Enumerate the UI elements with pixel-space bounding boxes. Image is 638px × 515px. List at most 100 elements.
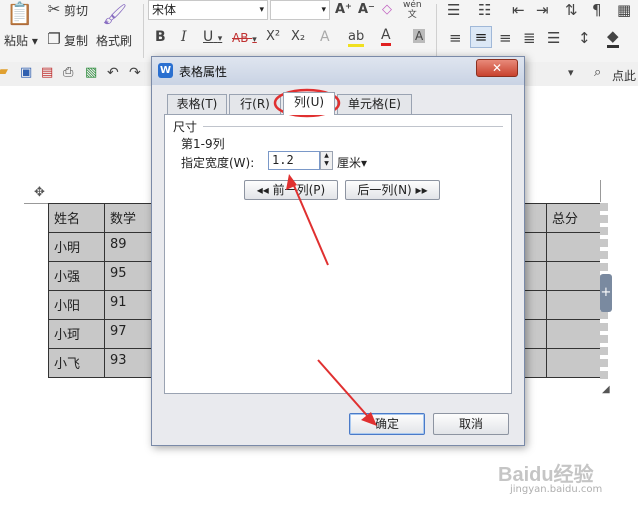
table-row — [522, 261, 601, 291]
print-icon[interactable]: ⎙ — [63, 65, 73, 80]
decrease-indent-icon[interactable]: ⇤ — [512, 1, 525, 19]
font-name-value: 宋体 — [152, 3, 177, 17]
redo-icon[interactable]: ↷ — [129, 65, 141, 81]
paste-icon[interactable]: 📋 — [6, 2, 33, 30]
close-icon: ✕ — [491, 61, 503, 75]
paste-label: 粘贴 — [4, 34, 29, 48]
spin-down-icon[interactable]: ▼ — [324, 160, 329, 167]
table-row — [522, 319, 601, 349]
strikethrough-button[interactable]: AB ▾ — [232, 31, 257, 45]
ok-button[interactable]: 确定 — [349, 413, 425, 435]
font-size-select[interactable]: ▾ — [270, 0, 330, 20]
table-cell[interactable]: 小珂 — [48, 319, 105, 349]
width-value: 1.2 — [272, 153, 294, 167]
scissors-icon[interactable]: ✂ — [46, 0, 62, 18]
cut-button[interactable]: 剪切 — [64, 2, 88, 19]
table-move-handle-icon[interactable]: ✥ — [34, 186, 48, 200]
numbered-list-icon[interactable]: ☷ — [478, 1, 491, 19]
save-icon[interactable]: ▣ — [20, 65, 32, 80]
table-cell[interactable] — [522, 232, 547, 262]
resize-handle-icon[interactable]: ◢ — [602, 384, 610, 395]
line-spacing-icon[interactable]: ↕ — [578, 29, 591, 47]
tab-column[interactable]: 列(U) — [283, 92, 335, 115]
spin-up-icon[interactable]: ▲ — [324, 152, 329, 159]
search-icon[interactable]: ⌕ — [594, 65, 601, 80]
font-shrink-icon[interactable]: A⁻ — [358, 2, 375, 17]
add-column-button[interactable]: + — [600, 274, 612, 312]
tab-cell[interactable]: 单元格(E) — [337, 94, 412, 114]
align-right-icon[interactable]: ≡ — [499, 29, 512, 47]
fill-color-icon[interactable]: ◆ — [607, 27, 619, 48]
table-cell[interactable]: 93 — [104, 348, 153, 378]
table-cell[interactable]: 97 — [104, 319, 153, 349]
bullet-list-icon[interactable]: ☰ — [447, 1, 460, 19]
clear-format-icon[interactable]: ◇ — [382, 2, 392, 17]
table-cell[interactable] — [546, 232, 601, 262]
close-button[interactable]: ✕ — [476, 59, 518, 77]
open-folder-icon[interactable]: ▰ — [0, 64, 8, 79]
copy-button[interactable]: 复制 — [64, 32, 88, 49]
paste-button[interactable]: 粘贴 ▾ — [4, 32, 38, 49]
undo-icon[interactable]: ↶ — [107, 65, 119, 81]
next-column-button[interactable]: 后一列(N) ▸▸ — [345, 180, 440, 200]
font-color-icon[interactable]: A — [381, 27, 391, 46]
table-cell[interactable]: 89 — [104, 232, 153, 262]
width-input[interactable]: 1.2 — [268, 151, 320, 170]
sort-icon[interactable]: ⇅ — [565, 1, 578, 19]
export-pdf-icon[interactable]: ▤ — [41, 65, 53, 80]
distribute-icon[interactable]: ☰ — [547, 29, 560, 47]
bold-button[interactable]: B — [155, 29, 166, 45]
table-cell[interactable]: 小飞 — [48, 348, 105, 378]
table-cell[interactable] — [522, 261, 547, 291]
table-cell[interactable]: 小强 — [48, 261, 105, 291]
brush-icon[interactable]: 🖌 — [102, 2, 127, 26]
shade-char-icon[interactable]: A — [413, 29, 426, 43]
increase-indent-icon[interactable]: ⇥ — [536, 1, 549, 19]
cancel-button[interactable]: 取消 — [433, 413, 509, 435]
table-cell[interactable]: 数学 — [104, 203, 153, 233]
table-cell[interactable]: 总分 — [546, 203, 601, 233]
font-grow-icon[interactable]: A⁺ — [335, 2, 352, 17]
table-cell[interactable] — [546, 319, 601, 349]
table-cell[interactable]: 小明 — [48, 232, 105, 262]
table-cell[interactable]: 91 — [104, 290, 153, 320]
table-cell[interactable] — [522, 348, 547, 378]
table-cell[interactable] — [522, 290, 547, 320]
table-cell[interactable] — [546, 261, 601, 291]
table-cell[interactable] — [522, 203, 547, 233]
tab-table[interactable]: 表格(T) — [167, 94, 227, 114]
watermark-logo: Baidu经验 — [498, 458, 594, 487]
print-preview-icon[interactable]: ▧ — [85, 65, 97, 80]
section-label: 尺寸 — [173, 120, 198, 134]
format-painter-button[interactable]: 格式刷 — [96, 32, 132, 49]
width-spinner[interactable]: ▲ ▼ — [320, 151, 333, 170]
prev-column-button[interactable]: ◂◂ 前一列(P) — [244, 180, 338, 200]
phonetic-icon[interactable]: wén 文 — [403, 0, 422, 20]
copy-icon[interactable]: ❐ — [46, 30, 62, 48]
table-cell[interactable] — [546, 290, 601, 320]
text-effect-icon[interactable]: A — [320, 29, 330, 45]
border-icon[interactable]: ▦ — [617, 1, 631, 19]
justify-icon[interactable]: ≣ — [523, 29, 536, 47]
underline-button[interactable]: U ▾ — [203, 29, 222, 45]
tab-row[interactable]: 行(R) — [229, 94, 281, 114]
font-name-select[interactable]: 宋体 ▾ — [148, 0, 268, 20]
table-cell[interactable] — [546, 348, 601, 378]
dropdown-icon[interactable]: ▾ — [568, 66, 574, 79]
italic-button[interactable]: I — [181, 29, 187, 45]
subscript-button[interactable]: X₂ — [291, 29, 305, 44]
highlight-icon[interactable]: ab — [348, 29, 365, 47]
superscript-button[interactable]: X² — [266, 29, 280, 44]
align-left-icon[interactable]: ≡ — [449, 29, 462, 47]
table-cell[interactable]: 95 — [104, 261, 153, 291]
table-cell[interactable]: 小阳 — [48, 290, 105, 320]
show-marks-icon[interactable]: ¶ — [592, 1, 602, 19]
table-cell[interactable]: 姓名 — [48, 203, 105, 233]
align-center-button[interactable]: ≡ — [470, 26, 492, 48]
find-label[interactable]: 点此 — [612, 67, 636, 84]
watermark-brand: Baidu经验 — [498, 464, 594, 486]
chevron-down-icon: ▾ — [259, 5, 264, 15]
table-row: 总分 — [522, 203, 601, 233]
table-cell[interactable] — [522, 319, 547, 349]
unit-select[interactable]: 厘米▾ — [337, 154, 367, 171]
